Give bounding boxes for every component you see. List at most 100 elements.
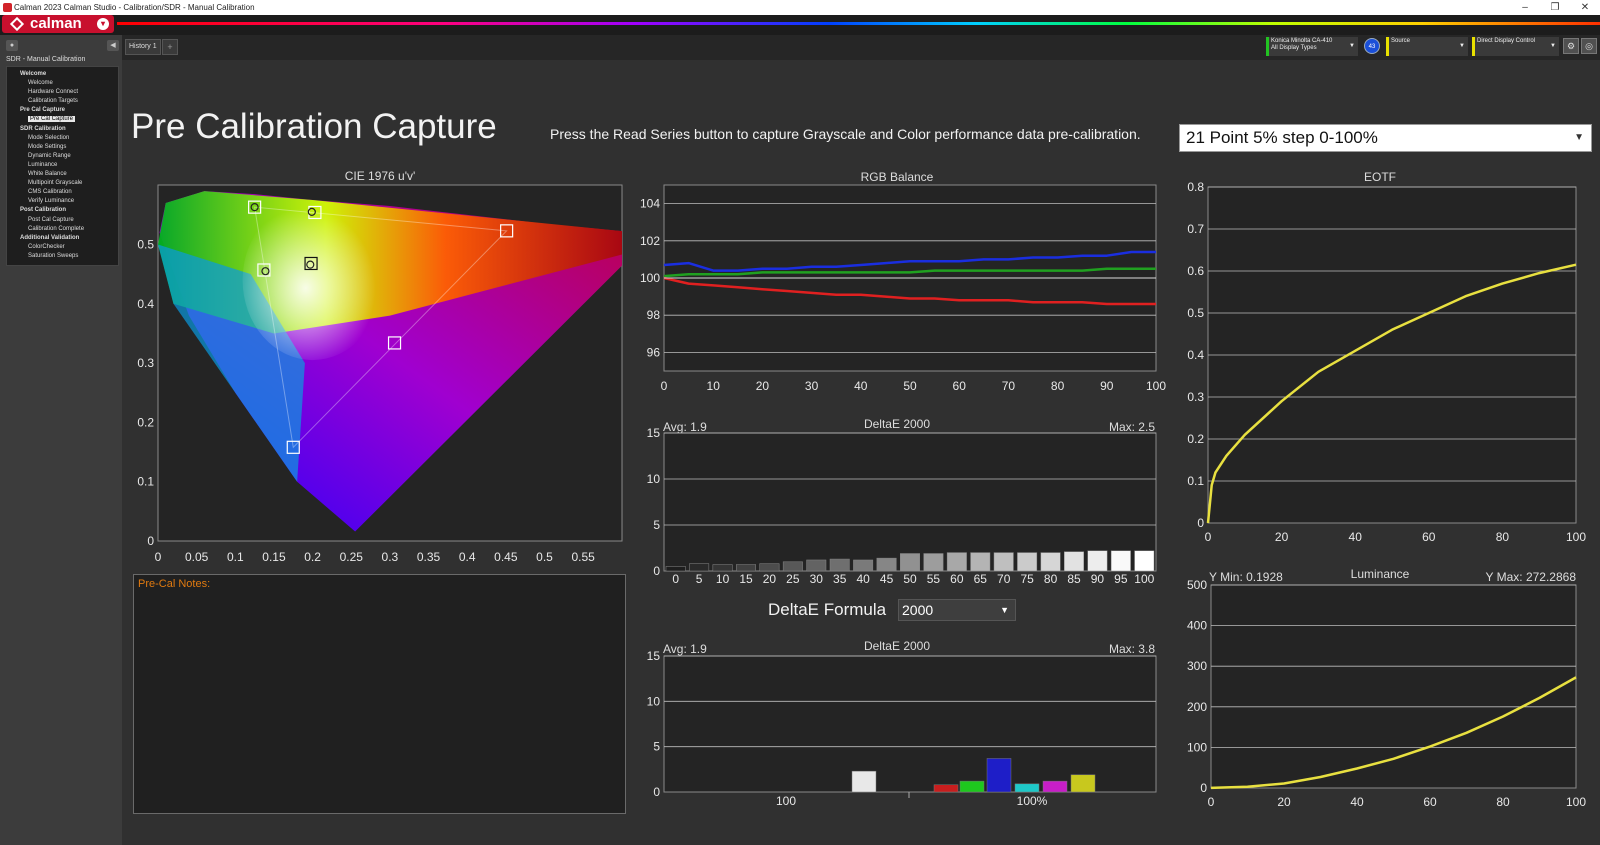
deltae-gray-x-tick: 45 [880,572,894,586]
cie-chart-title: CIE 1976 u'v' [345,169,416,183]
deltae-gray-bar [665,566,686,572]
cie-x-tick: 0.2 [304,550,321,564]
eotf-y-tick: 0 [1197,516,1204,530]
eotf-x-tick: 20 [1275,530,1289,544]
deltae-gray-x-tick: 25 [786,572,800,586]
eotf-y-tick: 0.4 [1187,348,1204,362]
deltae-color-title: DeltaE 2000 [864,639,930,653]
rgb-y-tick: 96 [647,345,661,359]
deltae-gray-x-tick: 85 [1067,572,1081,586]
deltae-gray-bar [736,564,756,572]
rgb-x-tick: 0 [661,379,668,393]
deltae-gray-bar [876,557,897,572]
deltae-gray-x-tick: 80 [1044,572,1058,586]
deltae-gray-avg: Avg: 1.9 [663,420,707,434]
deltae-color-bar [986,758,1012,793]
rgb-x-tick: 20 [756,379,770,393]
deltae-color-avg: Avg: 1.9 [663,642,707,656]
deltae-gray-bar [993,552,1014,572]
deltae-color-bar [959,780,985,793]
deltae-gray-bar [1040,552,1061,572]
rgb-x-tick: 60 [953,379,967,393]
eotf-x-tick: 100 [1566,530,1586,544]
luminance-min: Y Min: 0.1928 [1209,570,1283,584]
luminance-y-tick: 500 [1187,578,1207,592]
luminance-max: Y Max: 272.2868 [1485,570,1576,584]
luminance-title: Luminance [1351,567,1410,581]
deltae-gray-plot-area [663,432,1157,572]
deltae-color-max: Max: 3.8 [1109,642,1155,656]
deltae-gray-bar [1017,552,1038,572]
cie-y-tick: 0.3 [137,356,154,370]
deltae-gray-x-tick: 50 [903,572,917,586]
eotf-y-tick: 0.5 [1187,306,1204,320]
deltae-gray-x-tick: 35 [833,572,847,586]
cie-x-tick: 0 [155,550,162,564]
deltae-gray-y-tick: 10 [647,472,661,486]
deltae-color-x-tick: 100% [1017,794,1048,808]
deltae-gray-bar [900,553,920,572]
eotf-x-tick: 40 [1349,530,1363,544]
deltae-gray-bar [759,563,780,572]
deltae-gray-bar [806,559,827,572]
deltae-gray-x-tick: 10 [716,572,730,586]
cie-x-tick: 0.5 [536,550,553,564]
deltae-gray-bar [923,553,944,572]
deltae-gray-x-tick: 100 [1134,572,1154,586]
deltae-gray-y-tick: 15 [647,426,661,440]
deltae-gray-bar [946,552,967,572]
rgb-x-tick: 40 [854,379,868,393]
luminance-y-tick: 0 [1200,781,1207,795]
cie-y-tick: 0.5 [137,238,154,252]
deltae-gray-x-tick: 95 [1114,572,1128,586]
rgb-balance-title: RGB Balance [861,170,934,184]
deltae-gray-x-tick: 30 [810,572,824,586]
luminance-x-tick: 0 [1208,795,1215,809]
deltae-gray-bar [1087,550,1108,572]
cie-x-tick: 0.45 [494,550,518,564]
rgb-y-tick: 102 [640,234,660,248]
cie-x-tick: 0.25 [340,550,364,564]
deltae-color-bar [933,784,959,793]
deltae-gray-bar [853,559,874,572]
luminance-y-tick: 200 [1187,700,1207,714]
luminance-x-tick: 40 [1350,795,1364,809]
cie-y-tick: 0.2 [137,415,154,429]
eotf-y-tick: 0.1 [1187,474,1204,488]
deltae-gray-bar [689,563,710,572]
deltae-gray-bar [1064,551,1084,572]
deltae-gray-title: DeltaE 2000 [864,417,930,431]
luminance-x-tick: 60 [1423,795,1437,809]
deltae-color-y-tick: 15 [647,649,661,663]
deltae-color-bar [851,770,877,793]
rgb-y-tick: 100 [640,271,660,285]
rgb-x-tick: 90 [1100,379,1114,393]
deltae-gray-bar [1134,550,1155,572]
rgb-x-tick: 80 [1051,379,1065,393]
deltae-gray-x-tick: 65 [974,572,988,586]
deltae-gray-bar [829,558,850,572]
eotf-y-tick: 0.7 [1187,222,1204,236]
deltae-gray-max: Max: 2.5 [1109,420,1155,434]
rgb-x-tick: 30 [805,379,819,393]
deltae-color-bar [1014,783,1040,793]
charts-layer: CIE 1976 u'v' RGB Balance DeltaE 2000 Av… [137,169,1586,809]
deltae-color-x-tick: 100 [776,794,796,808]
rgb-x-tick: 10 [707,379,721,393]
eotf-y-tick: 0.8 [1187,180,1204,194]
deltae-gray-y-tick: 5 [653,518,660,532]
deltae-gray-x-tick: 0 [672,572,679,586]
cie-x-tick: 0.55 [571,550,595,564]
deltae-gray-x-tick: 20 [763,572,777,586]
eotf-x-tick: 0 [1205,530,1212,544]
rgb-y-tick: 104 [640,197,660,211]
deltae-color-y-tick: 5 [653,740,660,754]
deltae-gray-y-tick: 0 [653,564,660,578]
cie-y-tick: 0.4 [137,297,154,311]
eotf-y-tick: 0.3 [1187,390,1204,404]
deltae-gray-x-tick: 60 [950,572,964,586]
deltae-gray-x-tick: 55 [927,572,941,586]
deltae-gray-x-tick: 5 [696,572,703,586]
luminance-y-tick: 300 [1187,659,1207,673]
deltae-color-bar [1070,774,1096,793]
